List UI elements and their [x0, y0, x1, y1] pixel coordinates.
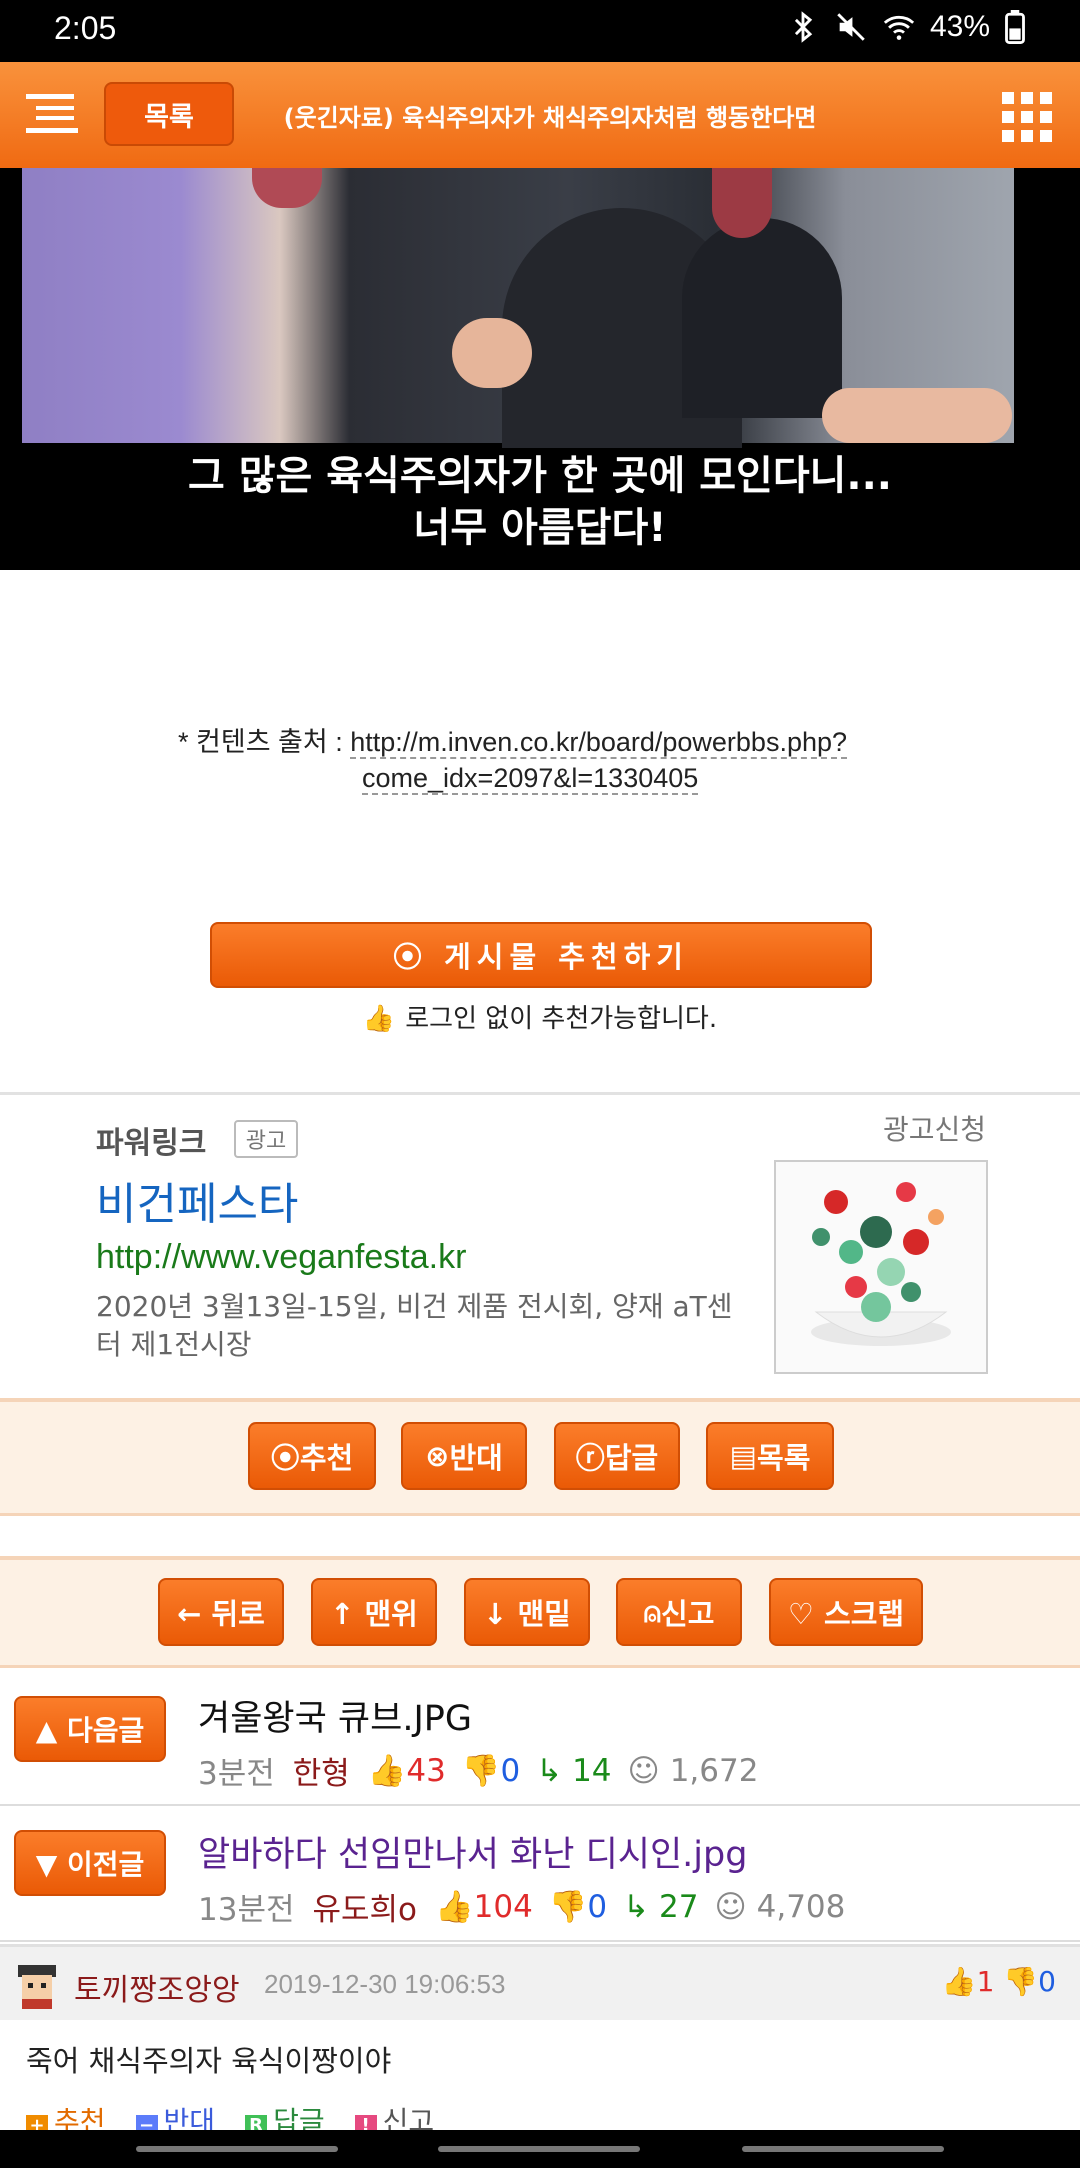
oppose-button[interactable]: ⊗ 반대 [401, 1422, 527, 1490]
status-icons: 43% [786, 10, 1026, 44]
oppose-button-label: 반대 [449, 1441, 503, 1475]
next-up-count: 43 [406, 1753, 446, 1789]
report-button[interactable]: ⍝ 신고 [616, 1578, 742, 1646]
page-title: (웃긴자료) 육식주의자가 채식주의자처럼 행동한다면 [283, 104, 817, 132]
prev-post-title[interactable]: 알바하다 선임만나서 화난 디시인.jpg [198, 1826, 747, 1877]
next-post-title[interactable]: 겨울왕국 큐브.JPG [198, 1690, 472, 1741]
battery-icon [1005, 10, 1025, 44]
ad-tag: 광고 [234, 1120, 298, 1158]
scrap-button[interactable]: ♡ 스크랩 [769, 1578, 923, 1646]
source-link-cont[interactable]: come_idx=2097&l=1330405 [362, 763, 699, 795]
mute-icon [837, 13, 865, 41]
navigation-action-bar: ← 뒤로 ↑ 맨위 ↓ 맨밑 ⍝ 신고 ♡ 스크랩 [0, 1556, 1080, 1668]
subtitle-line-2: 너무 아름답다! [413, 505, 667, 551]
source-label: * 컨텐츠 출처 : [178, 727, 343, 757]
comment-up-count: 1 [976, 1965, 995, 1998]
recommend-button[interactable]: ⦿ 추천 [248, 1422, 376, 1490]
comment-downvote[interactable]: 👎0 [1003, 1965, 1056, 1998]
reply-button-label: 답글 [604, 1441, 659, 1475]
ad-url-link[interactable]: http://www.veganfesta.kr [96, 1238, 466, 1277]
next-post-views: ☺ 1,672 [627, 1752, 759, 1789]
recommend-note-text: 로그인 없이 추천가능합니다. [405, 1004, 718, 1034]
post-action-bar: ⦿ 추천 ⊗ 반대 ⓡ 답글 ▤ 목록 [0, 1398, 1080, 1516]
status-time: 2:05 [54, 10, 117, 46]
video-subtitle: 그 많은 육식주의자가 한 곳에 모인다니... 너무 아름답다! [0, 450, 1080, 554]
prev-post-meta: 13분전 유도희o 👍104 👎0 ↳ 27 ☺ 4,708 [198, 1884, 845, 1929]
prev-view-count: 4,708 [756, 1888, 846, 1925]
system-gesture-bar [0, 2130, 1080, 2168]
scroll-top-button[interactable]: ↑ 맨위 [311, 1578, 437, 1646]
ad-title-link[interactable]: 비건페스타 [96, 1168, 298, 1232]
next-view-count: 1,672 [669, 1752, 759, 1789]
next-post-button[interactable]: ▲ 다음글 [14, 1696, 166, 1762]
divider [0, 1092, 1080, 1095]
comment-body: 죽어 채식주의자 육식이짱이야 [26, 2044, 392, 2078]
comment-header: 토끼짱조앙앙 2019-12-30 19:06:53 👍1 👎0 [0, 1944, 1080, 2020]
prev-up-count: 104 [473, 1889, 533, 1925]
report-button-label: 신고 [661, 1597, 715, 1631]
prev-post-upvotes: 👍104 [435, 1889, 533, 1925]
list-bottom-button[interactable]: ▤ 목록 [706, 1422, 834, 1490]
prev-post-replies: ↳ 27 [623, 1888, 699, 1925]
powerlink-label: 파워링크 [96, 1126, 207, 1161]
prev-reply-count: 27 [659, 1888, 699, 1925]
page: 2:05 43% 목록 (웃긴자료) 육식주의자가 채식주의자처럼 행동한다면 [0, 0, 1080, 2168]
next-post-author[interactable]: 한형 [293, 1748, 350, 1793]
list-button[interactable]: 목록 [104, 82, 234, 146]
bluetooth-icon [794, 11, 813, 43]
top-nav-bar: 목록 (웃긴자료) 육식주의자가 채식주의자처럼 행동한다면 [0, 62, 1080, 168]
prev-post-time: 13분전 [198, 1892, 295, 1928]
next-post-meta: 3분전 한형 👍43 👎0 ↳ 14 ☺ 1,672 [198, 1748, 758, 1793]
post-video-image[interactable]: 그 많은 육식주의자가 한 곳에 모인다니... 너무 아름답다! [0, 168, 1080, 570]
scroll-bottom-button[interactable]: ↓ 맨밑 [464, 1578, 590, 1646]
ad-description: 2020년 3월13일-15일, 비건 제품 전시회, 양재 aT센터 제1전시… [96, 1290, 733, 1361]
next-post-row[interactable]: ▲ 다음글 겨울왕국 큐브.JPG 3분전 한형 👍43 👎0 ↳ 14 ☺ 1… [0, 1670, 1080, 1806]
content-source: * 컨텐츠 출처 : http://m.inven.co.kr/board/po… [178, 724, 938, 796]
avatar [18, 1965, 56, 2009]
thumbs-up-icon: 👍 [362, 1004, 396, 1034]
ad-apply-link[interactable]: 광고신청 [883, 1108, 986, 1148]
prev-post-row[interactable]: ▼ 이전글 알바하다 선임만나서 화난 디시인.jpg 13분전 유도희o 👍1… [0, 1806, 1080, 1942]
next-post-downvotes: 👎0 [461, 1753, 521, 1789]
ad-salad-image[interactable] [774, 1160, 988, 1374]
status-bar: 2:05 43% [0, 0, 1080, 62]
recommend-note: 👍 로그인 없이 추천가능합니다. [0, 998, 1080, 1035]
comment-author[interactable]: 토끼짱조앙앙 [74, 1965, 240, 2009]
prev-down-count: 0 [587, 1889, 608, 1925]
back-button[interactable]: ← 뒤로 [158, 1578, 284, 1646]
prev-post-button[interactable]: ▼ 이전글 [14, 1830, 166, 1896]
menu-icon[interactable] [26, 92, 80, 136]
next-reply-count: 14 [572, 1752, 612, 1789]
comment-down-count: 0 [1038, 1965, 1056, 1998]
subtitle-line-1: 그 많은 육식주의자가 한 곳에 모인다니... [187, 453, 892, 499]
next-post-time: 3분전 [198, 1756, 275, 1792]
battery-percent: 43% [929, 10, 990, 43]
prev-post-views: ☺ 4,708 [714, 1888, 846, 1925]
apps-grid-icon[interactable] [1002, 92, 1052, 142]
recommend-button-label: 추천 [299, 1441, 354, 1475]
comment-date: 2019-12-30 19:06:53 [264, 1969, 506, 1999]
prev-post-downvotes: 👎0 [548, 1889, 608, 1925]
comment-votes: 👍1 👎0 [942, 1965, 1056, 1998]
wifi-icon [883, 15, 915, 40]
source-link[interactable]: http://m.inven.co.kr/board/powerbbs.php? [350, 727, 848, 759]
list-bottom-button-label: 목록 [757, 1441, 811, 1475]
video-scene [22, 168, 1014, 448]
prev-post-author[interactable]: 유도희o [313, 1884, 418, 1929]
next-post-upvotes: 👍43 [367, 1753, 446, 1789]
recommend-post-button[interactable]: ⦿ 게시물 추천하기 [210, 922, 872, 988]
salad-illustration [811, 1182, 951, 1346]
next-down-count: 0 [500, 1753, 521, 1789]
comment-upvote[interactable]: 👍1 [942, 1965, 995, 1998]
next-post-replies: ↳ 14 [536, 1752, 612, 1789]
reply-button[interactable]: ⓡ 답글 [554, 1422, 680, 1490]
